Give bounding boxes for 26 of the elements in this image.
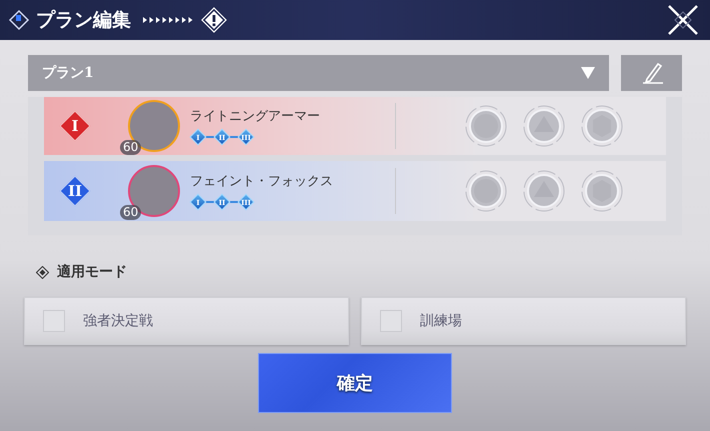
empty-slot-icon[interactable]: [580, 169, 624, 213]
diamond-logo-icon: [8, 9, 30, 31]
character-name: ライトニングアーマー: [190, 108, 321, 125]
level-label: 60: [120, 205, 142, 220]
character-name: フェイント・フォックス: [190, 173, 334, 190]
dots-decoration: [143, 16, 195, 24]
empty-slot-icon[interactable]: [522, 169, 566, 213]
edit-button[interactable]: [621, 55, 682, 91]
close-button[interactable]: [666, 3, 700, 37]
mode-option[interactable]: 強者決定戦: [24, 297, 349, 345]
caret-icon: [581, 67, 595, 79]
warning-icon[interactable]: [201, 7, 227, 33]
window-title: プラン編集: [36, 8, 131, 33]
empty-slot-icon[interactable]: [464, 104, 508, 148]
diamond-icon: [36, 266, 49, 278]
confirm-button[interactable]: 確定: [258, 353, 452, 413]
checkbox[interactable]: [380, 310, 402, 332]
rank-badge: II: [60, 176, 90, 206]
checkbox[interactable]: [43, 310, 65, 332]
level-label: 60: [120, 140, 142, 155]
empty-slot-icon[interactable]: [522, 104, 566, 148]
rank-badge: I: [60, 111, 90, 141]
empty-slot-icon[interactable]: [464, 169, 508, 213]
section-title: 適用モード: [57, 263, 127, 281]
mode-option[interactable]: 訓練場: [361, 297, 686, 345]
empty-slot-icon[interactable]: [580, 104, 624, 148]
